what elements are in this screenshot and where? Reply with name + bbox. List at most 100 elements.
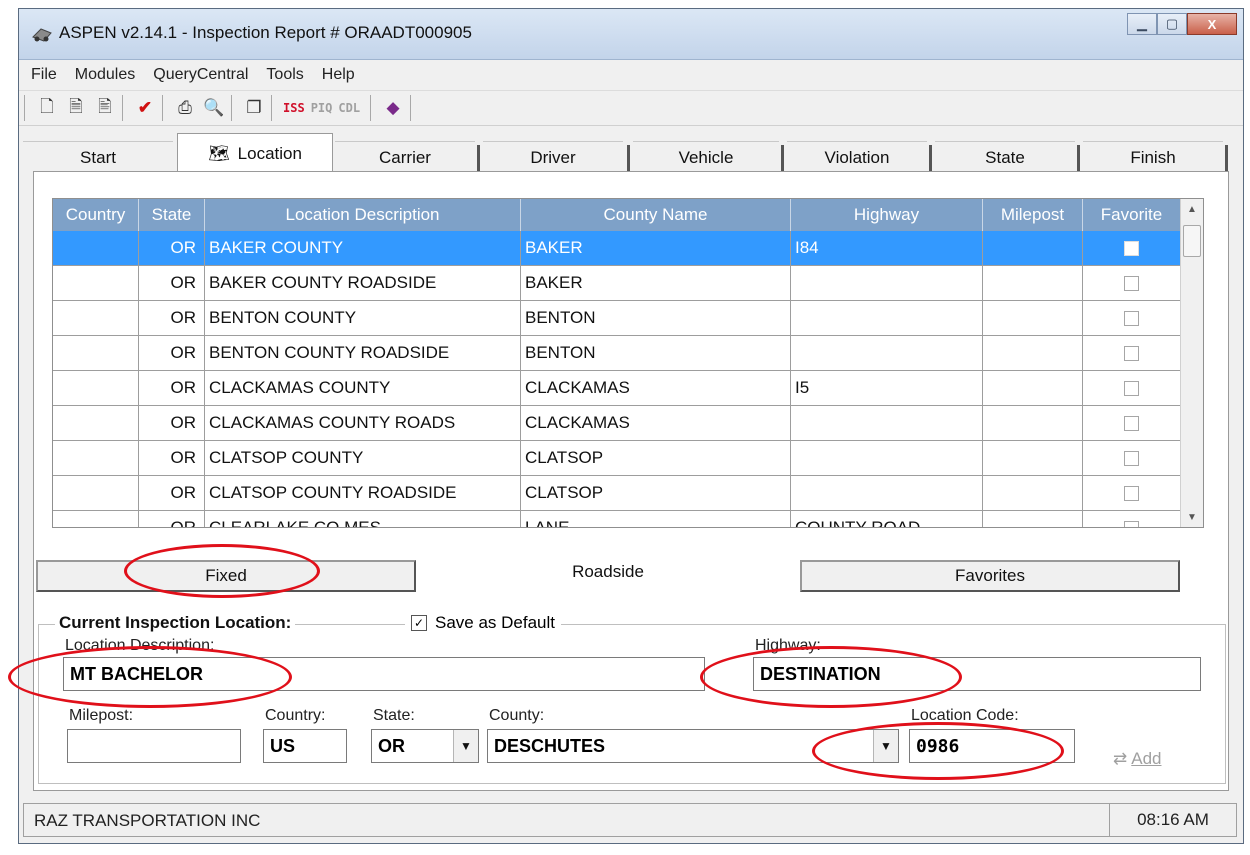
- favorite-checkbox[interactable]: [1124, 275, 1139, 291]
- minimize-button[interactable]: ▁: [1127, 13, 1157, 35]
- scroll-thumb[interactable]: [1183, 225, 1201, 257]
- tab-separator: [477, 145, 480, 173]
- maximize-button[interactable]: ▢: [1157, 13, 1187, 35]
- main-tabs: Start 🗺 Location Carrier Driver Vehicle …: [19, 129, 1243, 174]
- tab-separator: [1225, 145, 1228, 173]
- tab-separator: [929, 145, 932, 173]
- country-field[interactable]: US: [263, 729, 347, 763]
- milepost-field[interactable]: [67, 729, 241, 763]
- menu-tools[interactable]: Tools: [266, 66, 303, 84]
- tab-start[interactable]: Start: [23, 141, 173, 174]
- col-county-name[interactable]: County Name: [521, 199, 791, 231]
- cell-county: CLATSOP: [521, 441, 791, 475]
- save-as-default-option[interactable]: ✓ Save as Default: [405, 613, 562, 633]
- cell-highway: [791, 301, 983, 335]
- table-row[interactable]: OR CLACKAMAS COUNTY ROADS CLACKAMAS: [53, 406, 1203, 441]
- validate-check-icon[interactable]: ✔: [133, 96, 157, 120]
- cell-county: BENTON: [521, 301, 791, 335]
- print-preview-icon[interactable]: 🔍: [202, 96, 226, 120]
- table-row[interactable]: OR CLATSOP COUNTY ROADSIDE CLATSOP: [53, 476, 1203, 511]
- subtab-favorites[interactable]: Favorites: [800, 560, 1180, 592]
- close-button[interactable]: X: [1187, 13, 1237, 35]
- scroll-up-icon[interactable]: ▲: [1181, 199, 1203, 219]
- tab-vehicle[interactable]: Vehicle: [633, 141, 779, 174]
- col-country[interactable]: Country: [53, 199, 139, 231]
- favorite-checkbox[interactable]: [1124, 240, 1139, 256]
- cell-milepost: [983, 406, 1083, 440]
- title-bar[interactable]: ASPEN v2.14.1 - Inspection Report # ORAA…: [19, 9, 1243, 60]
- col-favorite[interactable]: Favorite: [1083, 199, 1181, 231]
- menu-modules[interactable]: Modules: [75, 66, 135, 84]
- open-document-icon[interactable]: 🗎: [64, 96, 88, 120]
- cell-country: [53, 511, 139, 527]
- grid-header: Country State Location Description Count…: [53, 199, 1203, 231]
- table-row[interactable]: OR BAKER COUNTY BAKER I84: [53, 231, 1203, 266]
- toolbar-separator: [122, 95, 123, 121]
- tab-violation[interactable]: Violation: [787, 141, 927, 174]
- cell-state: OR: [139, 406, 205, 440]
- location-grid: Country State Location Description Count…: [52, 198, 1204, 528]
- cell-highway: COUNTY ROAD: [791, 511, 983, 527]
- print-icon[interactable]: ⎙: [173, 96, 197, 120]
- scroll-down-icon[interactable]: ▼: [1181, 507, 1203, 527]
- tab-finish[interactable]: Finish: [1083, 141, 1223, 174]
- cell-highway: I84: [791, 231, 983, 265]
- favorite-checkbox[interactable]: [1124, 310, 1139, 326]
- iss-button[interactable]: ISS: [283, 101, 305, 115]
- subtab-roadside[interactable]: Roadside: [418, 556, 798, 598]
- menu-help[interactable]: Help: [322, 66, 355, 84]
- tab-separator: [781, 145, 784, 173]
- help-book-icon[interactable]: ◆: [381, 96, 405, 120]
- add-button[interactable]: ⇄ Add: [1113, 749, 1162, 769]
- cell-state: OR: [139, 441, 205, 475]
- tab-state[interactable]: State: [935, 141, 1075, 174]
- cell-location: BAKER COUNTY ROADSIDE: [205, 266, 521, 300]
- cell-location: CLACKAMAS COUNTY ROADS: [205, 406, 521, 440]
- favorite-checkbox[interactable]: [1124, 450, 1139, 466]
- favorite-checkbox[interactable]: [1124, 380, 1139, 396]
- table-row[interactable]: OR CLACKAMAS COUNTY CLACKAMAS I5: [53, 371, 1203, 406]
- favorite-checkbox[interactable]: [1124, 345, 1139, 361]
- piq-button[interactable]: PIQ: [311, 101, 333, 115]
- cell-milepost: [983, 476, 1083, 510]
- table-row[interactable]: OR BENTON COUNTY ROADSIDE BENTON: [53, 336, 1203, 371]
- cell-favorite: [1083, 511, 1181, 527]
- favorite-checkbox[interactable]: [1124, 520, 1139, 527]
- group-legend: Current Inspection Location:: [55, 613, 296, 633]
- state-combo[interactable]: OR ▼: [371, 729, 479, 763]
- cell-favorite: [1083, 406, 1181, 440]
- new-document-icon[interactable]: 🗋: [35, 96, 59, 120]
- cell-county: BAKER: [521, 231, 791, 265]
- tab-location[interactable]: 🗺 Location: [177, 133, 333, 174]
- toolbar-separator: [231, 95, 232, 121]
- cell-highway: I5: [791, 371, 983, 405]
- cell-favorite: [1083, 441, 1181, 475]
- cell-milepost: [983, 371, 1083, 405]
- tab-driver[interactable]: Driver: [483, 141, 623, 174]
- cell-county: CLACKAMAS: [521, 406, 791, 440]
- menu-querycentral[interactable]: QueryCentral: [153, 66, 248, 84]
- tab-carrier[interactable]: Carrier: [335, 141, 475, 174]
- col-location-description[interactable]: Location Description: [205, 199, 521, 231]
- cell-county: CLATSOP: [521, 476, 791, 510]
- col-state[interactable]: State: [139, 199, 205, 231]
- col-highway[interactable]: Highway: [791, 199, 983, 231]
- save-default-checkbox[interactable]: ✓: [411, 615, 427, 631]
- cell-milepost: [983, 336, 1083, 370]
- cdl-button[interactable]: CDL: [338, 101, 360, 115]
- favorite-checkbox[interactable]: [1124, 485, 1139, 501]
- cell-location: BENTON COUNTY ROADSIDE: [205, 336, 521, 370]
- cell-country: [53, 441, 139, 475]
- col-milepost[interactable]: Milepost: [983, 199, 1083, 231]
- grid-scrollbar[interactable]: ▲ ▼: [1180, 199, 1203, 527]
- state-dropdown-icon[interactable]: ▼: [453, 730, 478, 762]
- copy-documents-icon[interactable]: ❐: [242, 96, 266, 120]
- table-row[interactable]: OR CLATSOP COUNTY CLATSOP: [53, 441, 1203, 476]
- table-row[interactable]: OR BENTON COUNTY BENTON: [53, 301, 1203, 336]
- favorite-checkbox[interactable]: [1124, 415, 1139, 431]
- report-icon[interactable]: 🖹: [93, 96, 117, 120]
- table-row[interactable]: OR CLEARLAKE CO MES LANE COUNTY ROAD: [53, 511, 1203, 527]
- menu-file[interactable]: File: [31, 66, 57, 84]
- cell-state: OR: [139, 301, 205, 335]
- table-row[interactable]: OR BAKER COUNTY ROADSIDE BAKER: [53, 266, 1203, 301]
